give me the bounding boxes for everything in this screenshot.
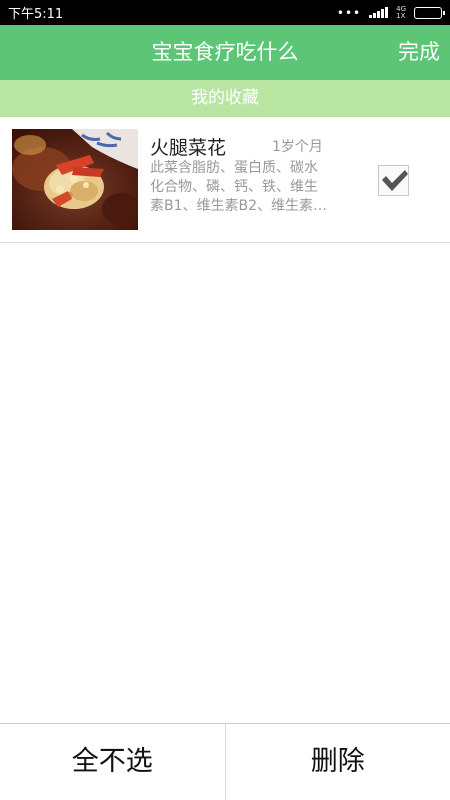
select-checkbox[interactable] xyxy=(378,165,409,196)
delete-button[interactable]: 删除 xyxy=(226,724,450,800)
app-header: 宝宝食疗吃什么 完成 xyxy=(0,25,450,80)
dish-title: 火腿菜花 xyxy=(150,137,227,159)
signal-icon xyxy=(369,7,389,18)
network-sub-label: 1X xyxy=(396,11,406,20)
deselect-all-button[interactable]: 全不选 xyxy=(0,724,225,800)
status-time: 下午5:11 xyxy=(8,7,64,22)
checkmark-icon xyxy=(382,170,408,191)
status-icons: ••• 4G 1X xyxy=(336,5,445,20)
battery-icon xyxy=(414,6,445,19)
dish-image-icon xyxy=(12,129,138,230)
done-button[interactable]: 完成 xyxy=(398,25,440,80)
age-label: 1岁个月 xyxy=(272,139,323,155)
bottom-action-bar: 全不选 删除 xyxy=(0,723,450,800)
status-bar: 下午5:11 ••• 4G 1X xyxy=(0,0,450,25)
section-title: 我的收藏 xyxy=(0,80,450,117)
dish-description: 此菜含脂肪、蛋白质、碳水化合物、磷、钙、铁、维生素B1、维生素B2、维生素C等多… xyxy=(150,160,323,214)
favorites-list: 火腿菜花 1岁个月 此菜含脂肪、蛋白质、碳水化合物、磷、钙、铁、维生素B1、维生… xyxy=(0,117,450,243)
network-type: 4G 1X xyxy=(396,5,406,20)
page-title: 宝宝食疗吃什么 xyxy=(151,40,299,64)
dish-thumbnail xyxy=(12,129,138,230)
more-dots-icon: ••• xyxy=(336,5,362,20)
list-item[interactable]: 火腿菜花 1岁个月 此菜含脂肪、蛋白质、碳水化合物、磷、钙、铁、维生素B1、维生… xyxy=(0,117,450,243)
